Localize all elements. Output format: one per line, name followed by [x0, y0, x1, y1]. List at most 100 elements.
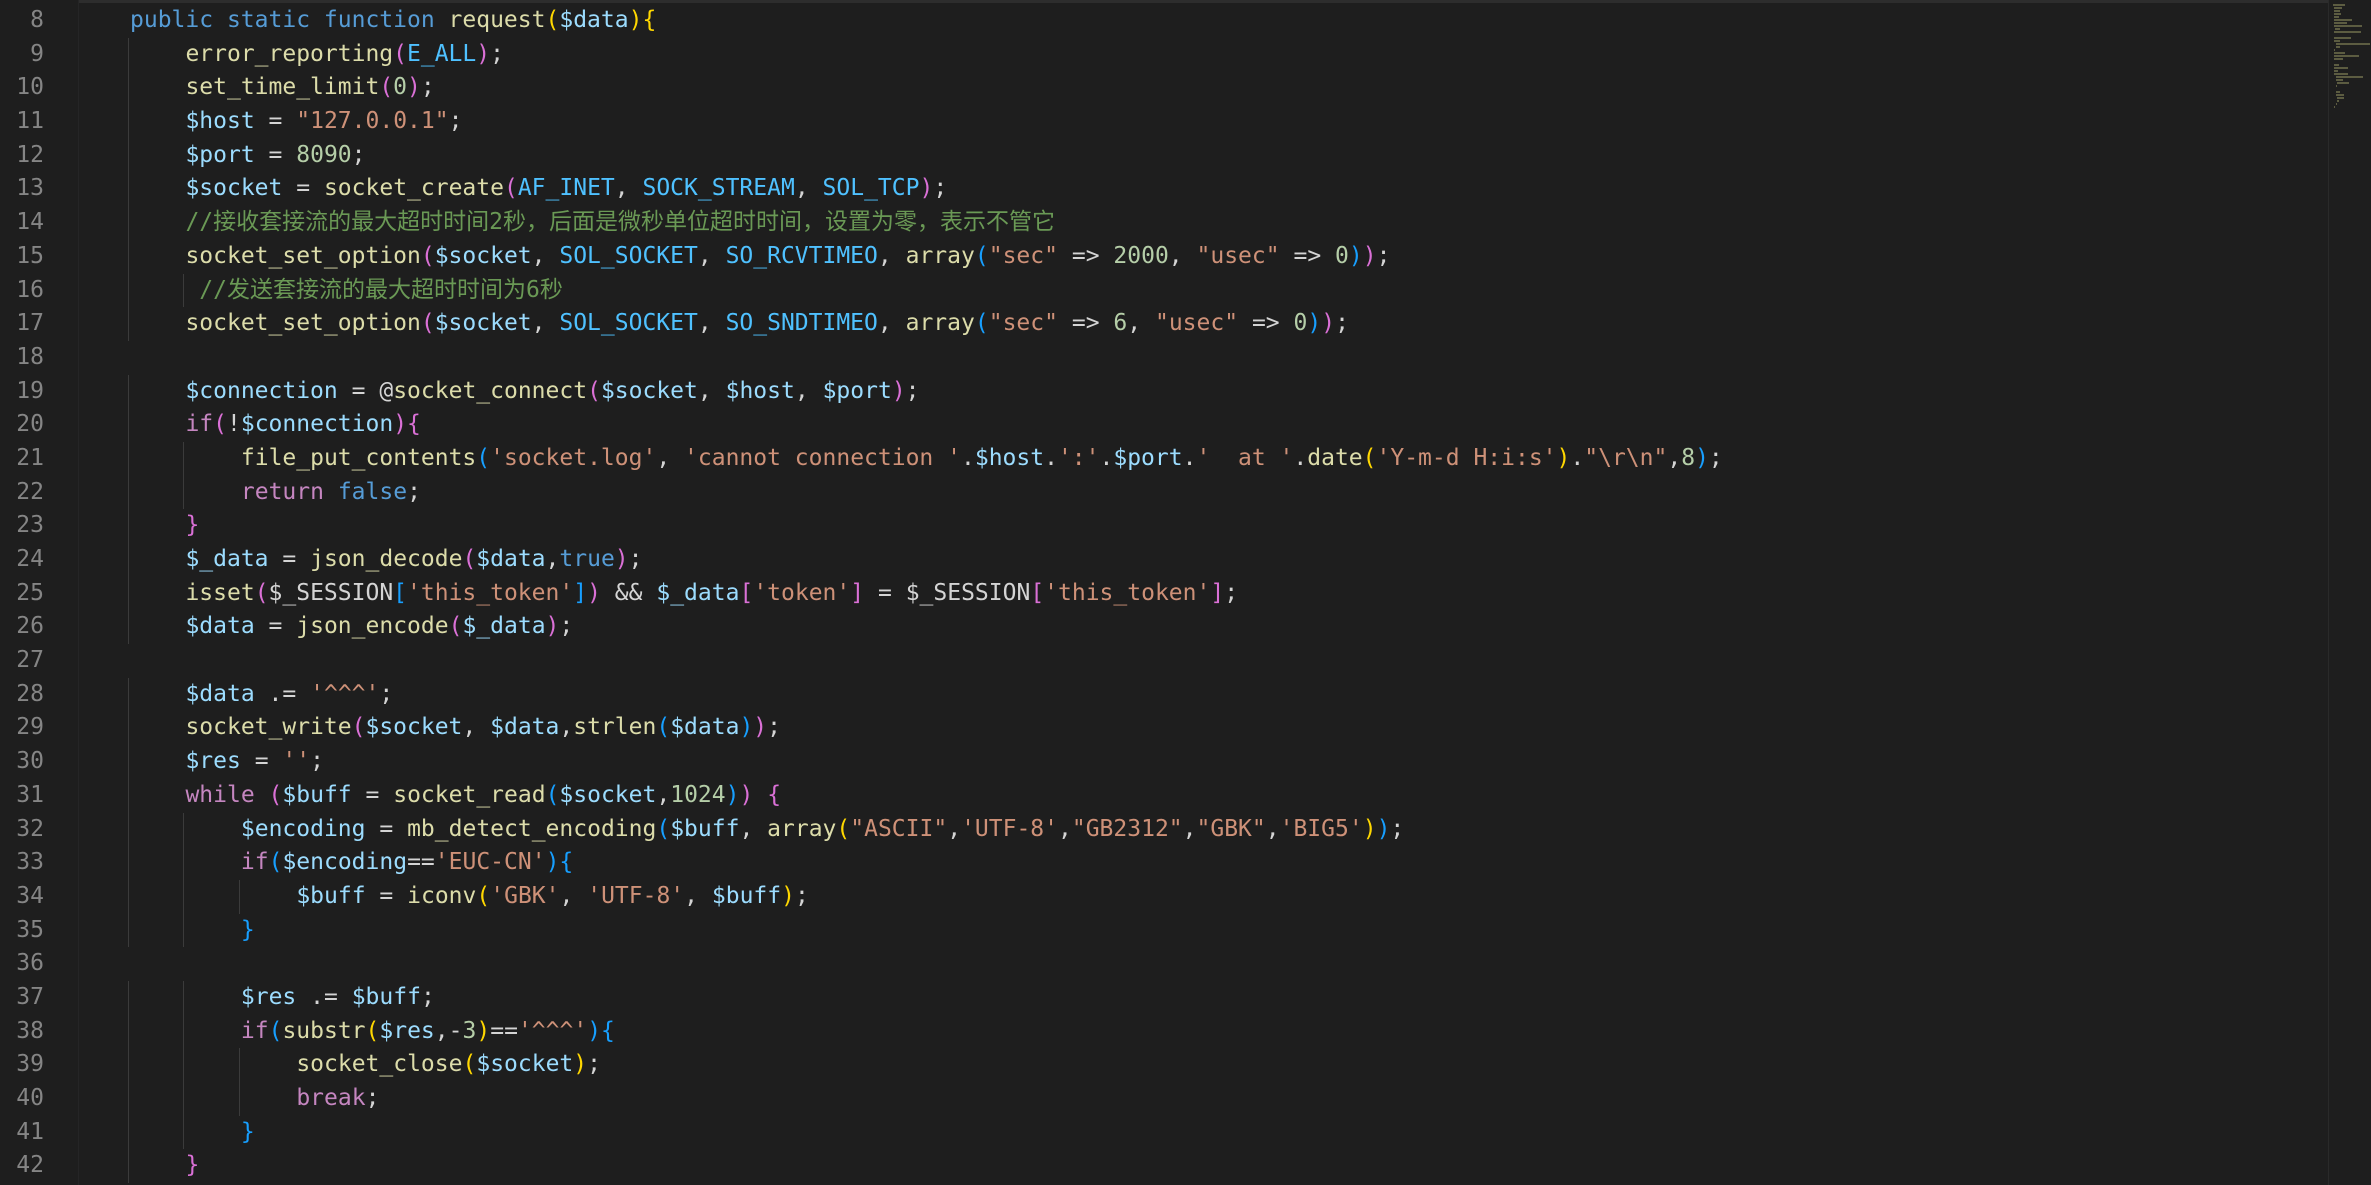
- line-code[interactable]: break;: [130, 1082, 379, 1116]
- line-code[interactable]: if($encoding=='EUC-CN'){: [130, 846, 573, 880]
- code-line[interactable]: 23 }: [0, 509, 2320, 543]
- line-code[interactable]: }: [130, 914, 255, 948]
- minimap-line: [2334, 28, 2341, 30]
- code-line[interactable]: 18: [0, 341, 2320, 375]
- minimap-line: [2334, 52, 2345, 54]
- line-code[interactable]: socket_close($socket);: [130, 1048, 601, 1082]
- line-code[interactable]: $data = json_encode($_data);: [130, 610, 573, 644]
- line-code[interactable]: }: [130, 509, 199, 543]
- line-code[interactable]: isset($_SESSION['this_token']) && $_data…: [130, 577, 1238, 611]
- code-line[interactable]: 10 set_time_limit(0);: [0, 71, 2320, 106]
- code-line[interactable]: 36: [0, 947, 2320, 981]
- line-code[interactable]: file_put_contents('socket.log', 'cannot …: [130, 442, 1723, 476]
- indent-guide: [128, 812, 129, 847]
- indent-guide: [128, 37, 129, 72]
- code-line[interactable]: 38 if(substr($res,-3)=='^^^'){: [0, 1014, 2320, 1049]
- line-number: 18: [16, 343, 44, 370]
- code-line[interactable]: 32 $encoding = mb_detect_encoding($buff,…: [0, 812, 2320, 847]
- line-code[interactable]: $connection = @socket_connect($socket, $…: [130, 375, 919, 409]
- line-code[interactable]: $buff = iconv('GBK', 'UTF-8', $buff);: [130, 880, 809, 914]
- code-line[interactable]: 8 public static function request($data){: [0, 4, 2320, 38]
- code-line[interactable]: 20 if(!$connection){: [0, 408, 2320, 442]
- minimap-line: [2334, 19, 2352, 21]
- line-code[interactable]: //接收套接流的最大超时时间2秒，后面是微秒单位超时时间，设置为零，表示不管它: [130, 206, 1055, 240]
- line-code[interactable]: return false;: [130, 476, 421, 510]
- code-line[interactable]: 29 socket_write($socket, $data,strlen($d…: [0, 711, 2320, 746]
- line-code[interactable]: if(substr($res,-3)=='^^^'){: [130, 1015, 615, 1049]
- code-line[interactable]: 35 }: [0, 913, 2320, 948]
- line-code[interactable]: $res .= $buff;: [130, 981, 435, 1015]
- line-code[interactable]: set_time_limit(0);: [130, 71, 434, 105]
- line-code[interactable]: $encoding = mb_detect_encoding($buff, ar…: [130, 813, 1404, 847]
- code-line[interactable]: 39 socket_close($socket);: [0, 1048, 2320, 1082]
- line-code[interactable]: while ($buff = socket_read($socket,1024)…: [130, 779, 781, 813]
- line-number: 17: [16, 310, 44, 337]
- code-line[interactable]: 19 $connection = @socket_connect($socket…: [0, 374, 2320, 409]
- code-line[interactable]: 24 $_data = json_decode($data,true);: [0, 543, 2320, 577]
- line-number: 11: [16, 108, 44, 135]
- line-number: 41: [16, 1118, 44, 1145]
- code-editor[interactable]: 8 public static function request($data){9…: [0, 0, 2371, 1185]
- minimap-line: [2334, 10, 2341, 12]
- code-line[interactable]: 11 $host = "127.0.0.1";: [0, 105, 2320, 139]
- line-code[interactable]: $socket = socket_create(AF_INET, SOCK_ST…: [130, 172, 947, 206]
- line-number: 19: [16, 377, 44, 404]
- indent-guide: [128, 913, 129, 948]
- minimap-line: [2334, 22, 2347, 24]
- line-code[interactable]: socket_write($socket, $data,strlen($data…: [130, 711, 781, 745]
- line-code[interactable]: $host = "127.0.0.1";: [130, 105, 462, 139]
- minimap-line: [2334, 55, 2359, 57]
- indent-guide: [128, 105, 129, 139]
- line-code[interactable]: socket_set_option($socket, SOL_SOCKET, S…: [130, 240, 1390, 274]
- line-code[interactable]: }: [130, 1149, 199, 1183]
- minimap-line: [2335, 46, 2340, 48]
- code-line[interactable]: 26 $data = json_encode($_data);: [0, 610, 2320, 645]
- code-line[interactable]: 9 error_reporting(E_ALL);: [0, 37, 2320, 72]
- code-line[interactable]: 28 $data .= '^^^';: [0, 677, 2320, 712]
- line-number: 29: [16, 714, 44, 741]
- code-line[interactable]: 13 $socket = socket_create(AF_INET, SOCK…: [0, 172, 2320, 207]
- code-line[interactable]: 37 $res .= $buff;: [0, 980, 2320, 1015]
- line-code[interactable]: public static function request($data){: [130, 4, 656, 38]
- line-code[interactable]: error_reporting(E_ALL);: [130, 38, 504, 72]
- indent-guide: [128, 711, 129, 746]
- code-line[interactable]: 33 if($encoding=='EUC-CN'){: [0, 846, 2320, 880]
- minimap[interactable]: [2328, 0, 2371, 1185]
- code-line[interactable]: 27: [0, 644, 2320, 678]
- line-code[interactable]: if(!$connection){: [130, 408, 420, 442]
- code-line[interactable]: 16 //发送套接流的最大超时时间为6秒: [0, 273, 2320, 308]
- line-number: 36: [16, 950, 44, 977]
- indent-guide: [128, 1082, 129, 1116]
- minimap-line: [2334, 73, 2349, 75]
- line-code[interactable]: $data .= '^^^';: [130, 678, 393, 712]
- indent-guide: [128, 778, 129, 813]
- code-line[interactable]: 41 }: [0, 1115, 2320, 1150]
- indent-guide: [128, 172, 129, 207]
- code-line[interactable]: 12 $port = 8090;: [0, 138, 2320, 173]
- code-line[interactable]: 25 isset($_SESSION['this_token']) && $_d…: [0, 576, 2320, 611]
- code-line[interactable]: 21 file_put_contents('socket.log', 'cann…: [0, 441, 2320, 476]
- code-line[interactable]: 42 }: [0, 1149, 2320, 1184]
- line-code[interactable]: $res = '';: [130, 745, 324, 779]
- indent-guide: [128, 745, 129, 779]
- line-code[interactable]: //发送套接流的最大超时时间为6秒: [130, 274, 563, 308]
- indent-guide: [128, 576, 129, 611]
- code-line[interactable]: 30 $res = '';: [0, 745, 2320, 779]
- code-line[interactable]: 22 return false;: [0, 475, 2320, 510]
- line-code[interactable]: $port = 8090;: [130, 139, 365, 173]
- line-number: 39: [16, 1051, 44, 1078]
- line-code[interactable]: $_data = json_decode($data,true);: [130, 543, 642, 577]
- line-code[interactable]: }: [130, 1116, 255, 1150]
- indent-guide: [128, 846, 129, 880]
- minimap-line: [2334, 16, 2339, 18]
- code-line[interactable]: 17 socket_set_option($socket, SOL_SOCKET…: [0, 307, 2320, 341]
- code-line[interactable]: 31 while ($buff = socket_read($socket,10…: [0, 778, 2320, 813]
- minimap-line: [2334, 37, 2352, 39]
- code-line[interactable]: 34 $buff = iconv('GBK', 'UTF-8', $buff);: [0, 879, 2320, 914]
- line-number: 38: [16, 1017, 44, 1044]
- code-line[interactable]: 15 socket_set_option($socket, SOL_SOCKET…: [0, 239, 2320, 274]
- code-line[interactable]: 14 //接收套接流的最大超时时间2秒，后面是微秒单位超时时间，设置为零，表示不…: [0, 206, 2320, 240]
- code-lines[interactable]: 8 public static function request($data){9…: [0, 4, 2320, 1184]
- line-code[interactable]: socket_set_option($socket, SOL_SOCKET, S…: [130, 307, 1349, 341]
- code-line[interactable]: 40 break;: [0, 1082, 2320, 1116]
